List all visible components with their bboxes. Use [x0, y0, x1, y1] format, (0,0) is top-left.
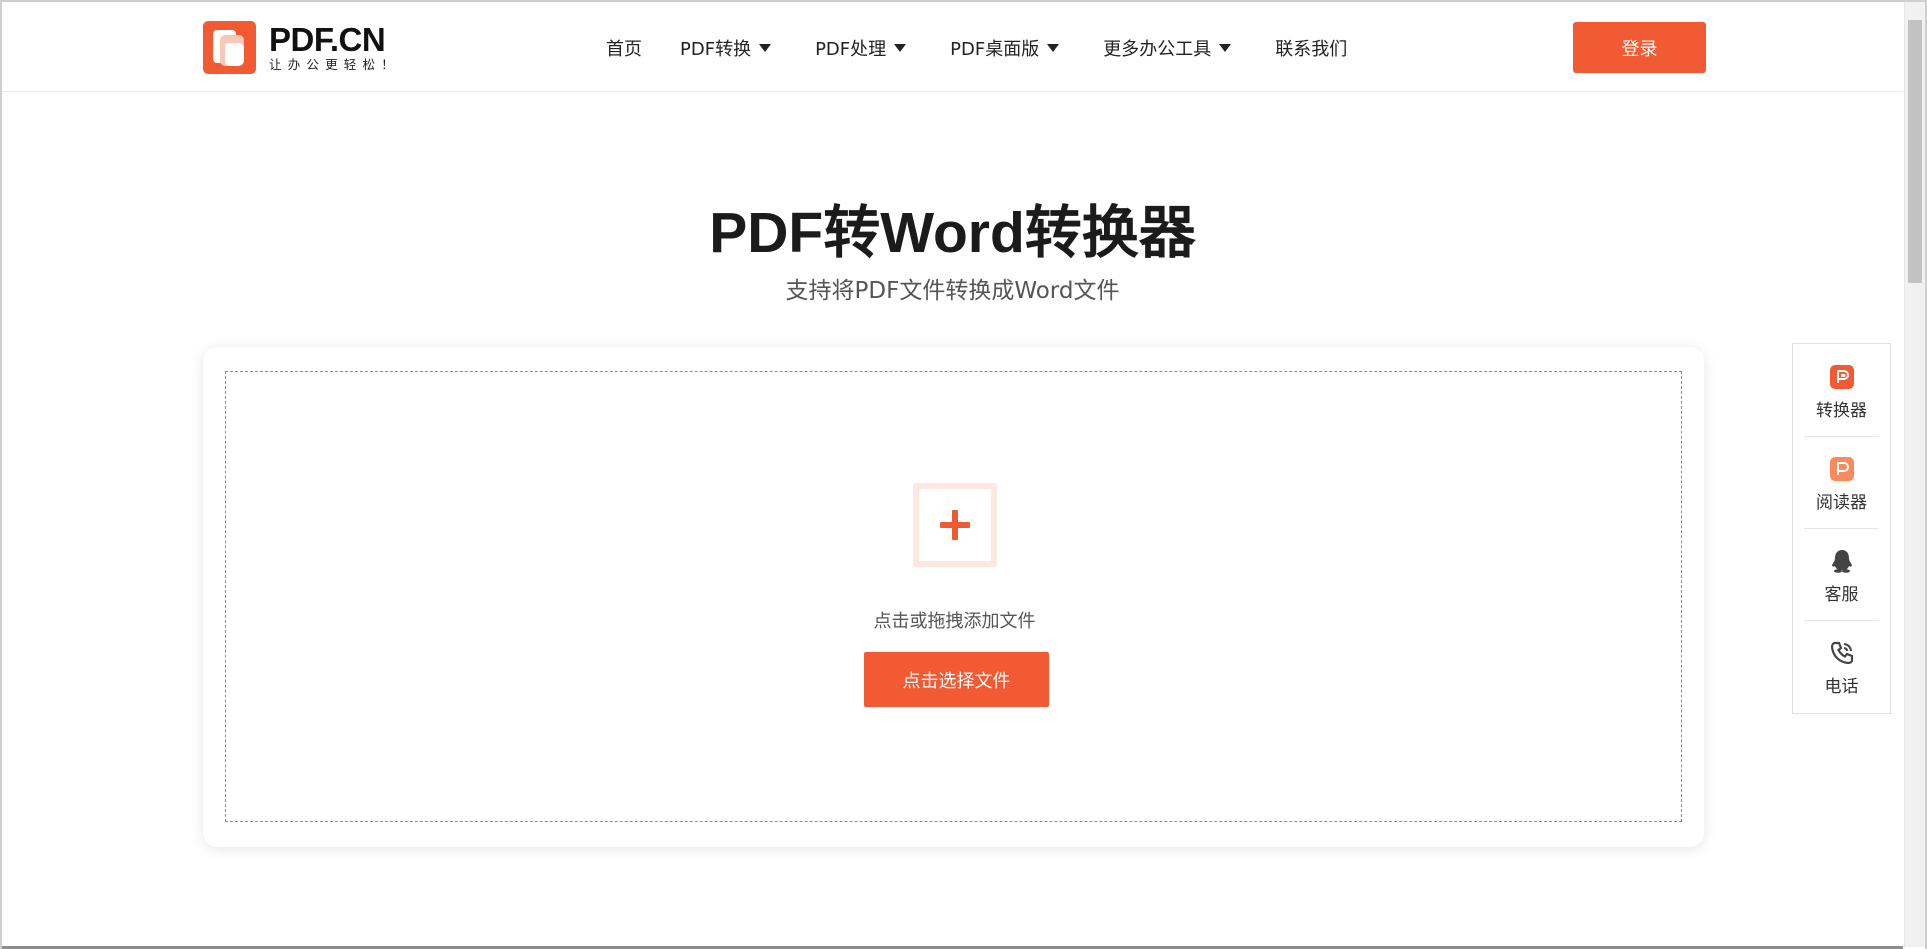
logo-slogan: 让办公更轻松！: [269, 56, 400, 72]
site-logo[interactable]: PDF.CN 让办公更轻松！: [203, 19, 400, 75]
caret-down-icon: [1219, 44, 1232, 52]
nav-item-label: PDF转换: [680, 39, 752, 60]
page-subtitle: 支持将PDF文件转换成Word文件: [785, 278, 1120, 304]
reader-icon: [1829, 456, 1855, 482]
page-title: PDF转Word转换器: [709, 201, 1196, 265]
sidebar-item-support[interactable]: 客服: [1804, 528, 1879, 620]
nav-item-label: 首页: [606, 39, 642, 60]
logo-name: PDF.CN: [269, 20, 386, 58]
nav-item-home[interactable]: 首页: [606, 35, 642, 61]
nav-item-pdf-convert[interactable]: PDF转换: [680, 35, 772, 61]
upload-card: 点击或拖拽添加文件 点击选择文件: [203, 347, 1704, 847]
phone-icon: [1829, 640, 1855, 666]
sidebar-item-label: 电话: [1824, 677, 1859, 697]
sidebar-item-label: 转换器: [1816, 401, 1867, 421]
add-file-box[interactable]: [913, 483, 997, 567]
nav-item-label: PDF桌面版: [950, 39, 1040, 60]
sidebar-item-reader[interactable]: 阅读器: [1804, 436, 1879, 528]
page-scrollbar[interactable]: [1904, 2, 1925, 947]
logo-icon: [203, 20, 256, 74]
nav-item-more-tools[interactable]: 更多办公工具: [1103, 35, 1232, 61]
floating-toolbar: 转换器 阅读器 客服 电话: [1792, 343, 1891, 714]
caret-down-icon: [1047, 44, 1060, 52]
site-header: PDF.CN 让办公更轻松！ 首页 PDF转换 PDF处理 PDF桌面版 更多办…: [2, 2, 1903, 92]
file-dropzone[interactable]: 点击或拖拽添加文件 点击选择文件: [225, 371, 1682, 822]
nav-item-contact[interactable]: 联系我们: [1275, 35, 1347, 61]
nav-item-label: 联系我们: [1275, 39, 1348, 60]
sidebar-item-label: 阅读器: [1816, 493, 1867, 513]
login-button[interactable]: 登录: [1573, 22, 1706, 73]
main-nav: 首页 PDF转换 PDF处理 PDF桌面版 更多办公工具 联系我们: [606, 35, 1347, 61]
nav-item-pdf-desktop[interactable]: PDF桌面版: [950, 35, 1060, 61]
nav-item-label: 更多办公工具: [1103, 39, 1212, 60]
caret-down-icon: [759, 44, 772, 52]
plus-icon: [919, 489, 991, 561]
caret-down-icon: [894, 44, 907, 52]
scrollbar-thumb[interactable]: [1908, 20, 1922, 283]
converter-icon: [1829, 364, 1855, 390]
sidebar-item-phone[interactable]: 电话: [1804, 620, 1879, 712]
nav-item-pdf-process[interactable]: PDF处理: [815, 35, 907, 61]
sidebar-item-converter[interactable]: 转换器: [1804, 344, 1879, 436]
nav-item-label: PDF处理: [815, 39, 887, 60]
choose-file-button[interactable]: 点击选择文件: [864, 652, 1049, 707]
drop-hint-text: 点击或拖拽添加文件: [873, 611, 1036, 632]
sidebar-item-label: 客服: [1824, 585, 1859, 605]
qq-penguin-icon: [1829, 548, 1855, 574]
